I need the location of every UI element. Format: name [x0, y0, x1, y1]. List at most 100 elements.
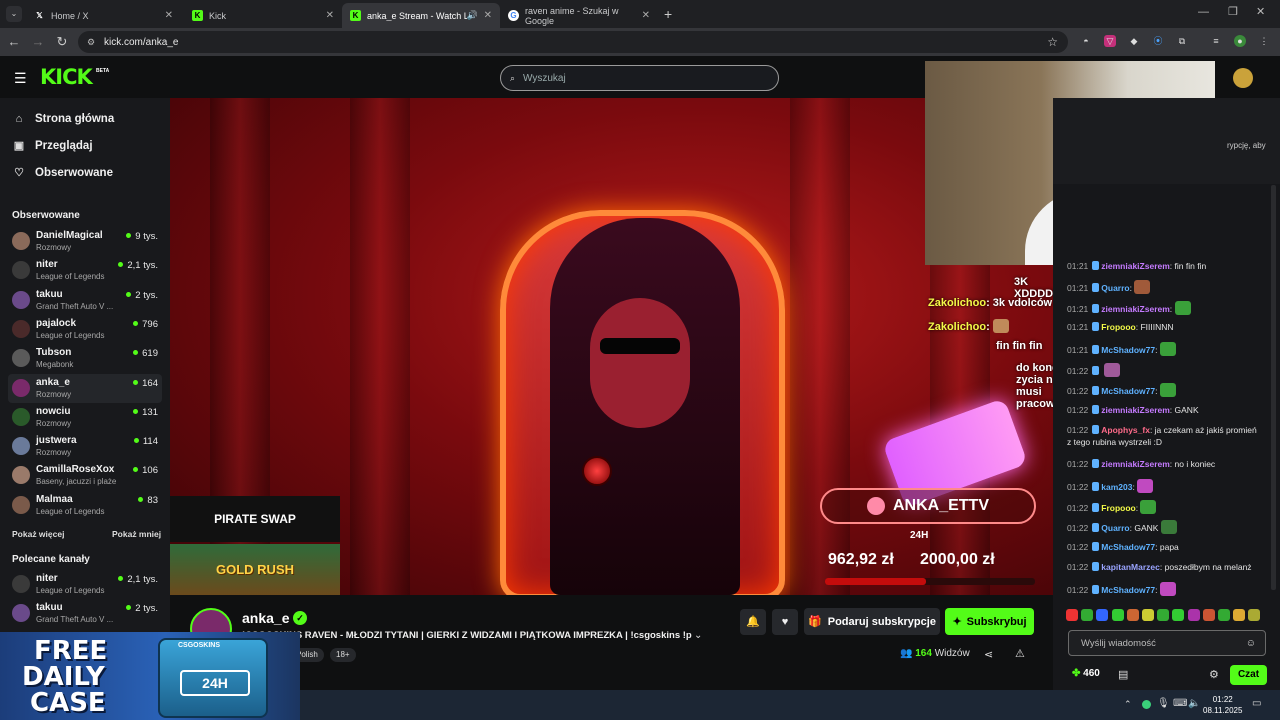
emote-shortcut-icon[interactable]: [1157, 609, 1170, 621]
speaker-icon[interactable]: 🔊: [467, 10, 478, 21]
sidebar-channel[interactable]: Malmaa League of Legends 83: [8, 491, 162, 520]
sidebar-channel[interactable]: nowciu Rozmowy 131: [8, 403, 162, 432]
chat-username[interactable]: ziemniakiZserem: [1101, 405, 1170, 415]
chat-username[interactable]: kam203: [1101, 482, 1132, 492]
sidebar-channel[interactable]: DanielMagical Rozmowy 9 tys.: [8, 227, 162, 256]
emote-shortcut-icon[interactable]: [1111, 609, 1124, 621]
chat-username[interactable]: McShadow77: [1101, 386, 1155, 396]
extensions-puzzle-icon[interactable]: ⧉: [1176, 35, 1188, 47]
nav-following[interactable]: ♡ Obserwowane: [12, 166, 113, 180]
chat-username[interactable]: Fropooo: [1101, 503, 1135, 513]
chat-username[interactable]: kapitanMarzec: [1101, 562, 1160, 572]
nav-home[interactable]: ⌂ Strona główna: [12, 113, 115, 125]
notification-bell-icon[interactable]: 🔔: [740, 609, 766, 635]
maximize-icon[interactable]: ❐: [1228, 5, 1238, 18]
extension-icon[interactable]: ▽: [1104, 35, 1116, 47]
show-less-button[interactable]: Pokaż mniej: [112, 529, 161, 539]
profile-icon[interactable]: ●: [1234, 35, 1246, 47]
minimize-icon[interactable]: —: [1198, 6, 1209, 18]
sidebar-channel[interactable]: Tubson Megabonk 619: [8, 344, 162, 373]
hamburger-menu-icon[interactable]: ☰: [14, 70, 27, 87]
chat-username[interactable]: ziemniakiZserem: [1101, 261, 1170, 271]
tab-kick[interactable]: K Kick ✕: [184, 3, 342, 28]
chevron-down-icon[interactable]: ⌄: [694, 630, 702, 641]
tab-search-button[interactable]: ⌄: [6, 6, 22, 22]
taskbar-clock[interactable]: 01:22 08.11.2025: [1203, 694, 1242, 716]
volume-icon[interactable]: 🔈: [1188, 698, 1200, 709]
notification-icon[interactable]: ▭: [1252, 698, 1261, 709]
emote-shortcut-icon[interactable]: [1066, 609, 1078, 621]
video-player[interactable]: ANKA_ETTV 24H 962,92 zł 2000,00 zł PIRAT…: [170, 98, 1053, 595]
sidebar-channel[interactable]: niter League of Legends 2,1 tys.: [8, 256, 162, 285]
sidebar-channel[interactable]: anka_e Rozmowy 164: [8, 373, 162, 403]
extension-icon[interactable]: ◆: [1128, 35, 1140, 47]
report-icon[interactable]: ⚠: [1015, 647, 1025, 660]
emoji-icon[interactable]: ☺: [1246, 638, 1256, 649]
emote-shortcut-icon[interactable]: [1081, 609, 1094, 621]
chat-settings-gear-icon[interactable]: ⚙: [1209, 668, 1219, 681]
emote-shortcut-icon[interactable]: [1218, 609, 1230, 621]
chat-scrollbar[interactable]: [1271, 185, 1276, 590]
sponsor-gold-rush[interactable]: GOLD RUSH: [170, 544, 340, 595]
sidebar-channel[interactable]: justwera Rozmowy 114: [8, 432, 162, 461]
close-icon[interactable]: ✕: [326, 10, 334, 21]
tray-chevron-icon[interactable]: ⌃: [1124, 699, 1132, 710]
close-icon[interactable]: ✕: [165, 10, 173, 21]
tab-anka-stream[interactable]: K anka_e Stream - Watch Live 🔊 ✕: [342, 3, 500, 28]
chat-username[interactable]: McShadow77: [1101, 542, 1155, 552]
gift-subscription-button[interactable]: 🎁 Podaruj subskrypcje: [804, 608, 940, 635]
streamer-name[interactable]: anka_e: [242, 610, 289, 626]
tag-age[interactable]: 18+: [330, 648, 356, 662]
kick-logo[interactable]: KICK: [40, 65, 93, 89]
tab-home-x[interactable]: 𝕏 Home / X ✕: [26, 3, 181, 28]
reload-icon[interactable]: ↻: [54, 34, 70, 50]
sidebar-channel[interactable]: takuu Grand Theft Auto V ... 2 tys.: [8, 599, 162, 628]
tab-google[interactable]: G raven anime - Szukaj w Google ✕: [500, 3, 658, 28]
mic-icon[interactable]: 🎙: [1157, 698, 1170, 709]
emote-shortcut-icon[interactable]: [1142, 609, 1154, 621]
user-avatar[interactable]: [1233, 68, 1253, 88]
emote-shortcut-icon[interactable]: [1172, 609, 1185, 621]
promo-banner[interactable]: FREE DAILY CASE CSGOSKINS 24H: [0, 632, 300, 720]
close-icon[interactable]: ✕: [642, 10, 650, 21]
bookmark-star-icon[interactable]: ☆: [1047, 35, 1058, 49]
chat-input[interactable]: Wyślij wiadomość ☺: [1068, 630, 1266, 656]
close-icon[interactable]: ✕: [484, 10, 492, 21]
new-tab-button[interactable]: +: [664, 6, 672, 22]
network-icon[interactable]: ⌨: [1173, 698, 1187, 709]
site-info-icon[interactable]: ⚙: [87, 37, 95, 48]
emote-shortcut-icon[interactable]: [1233, 609, 1246, 621]
emote-shortcut-icon[interactable]: [1202, 609, 1215, 621]
sidebar-channel[interactable]: takuu Grand Theft Auto V ... 2 tys.: [8, 286, 162, 315]
channel-points[interactable]: ✤ 460: [1072, 668, 1100, 679]
sidebar-channel[interactable]: niter League of Legends 2,1 tys.: [8, 570, 162, 599]
window-close-icon[interactable]: ✕: [1256, 5, 1265, 18]
emote-shortcut-icon[interactable]: [1248, 609, 1261, 621]
chat-username[interactable]: Quarro: [1101, 283, 1129, 293]
emote-shortcut-icon[interactable]: [1096, 609, 1109, 621]
chat-username[interactable]: Apophys_fx: [1101, 425, 1150, 435]
chat-username[interactable]: McShadow77: [1101, 585, 1155, 595]
media-icon[interactable]: ≡: [1210, 35, 1222, 47]
tray-app-icon[interactable]: [1142, 700, 1151, 709]
extension-icon[interactable]: ⦿: [1152, 35, 1164, 47]
menu-dots-icon[interactable]: ⋮: [1258, 35, 1270, 47]
emote-shortcut-icon[interactable]: [1126, 609, 1139, 621]
search-input[interactable]: ⌕ Wyszukaj: [500, 65, 779, 91]
chat-username[interactable]: Quarro: [1101, 523, 1129, 533]
chat-username[interactable]: ziemniakiZserem: [1101, 459, 1170, 469]
store-icon[interactable]: ▤: [1118, 668, 1128, 681]
share-icon[interactable]: ⋖: [984, 648, 993, 661]
show-more-button[interactable]: Pokaż więcej: [12, 529, 64, 539]
url-field[interactable]: ⚙ kick.com/anka_e ☆: [78, 31, 1068, 53]
sidebar-channel[interactable]: pajalock League of Legends 796: [8, 315, 162, 344]
chat-username[interactable]: ziemniakiZserem: [1101, 304, 1170, 314]
chat-username[interactable]: Fropooo: [1101, 322, 1135, 332]
sponsor-pirate-swap[interactable]: PIRATE SWAP: [170, 496, 340, 542]
subscribe-button[interactable]: ✦ Subskrybuj: [945, 608, 1034, 635]
chat-send-button[interactable]: Czat: [1230, 665, 1267, 685]
emote-shortcut-icon[interactable]: [1187, 609, 1200, 621]
back-icon[interactable]: ←: [6, 34, 22, 49]
nav-browse[interactable]: ▣ Przeglądaj: [12, 139, 93, 153]
follow-heart-icon[interactable]: ♥: [772, 609, 798, 635]
